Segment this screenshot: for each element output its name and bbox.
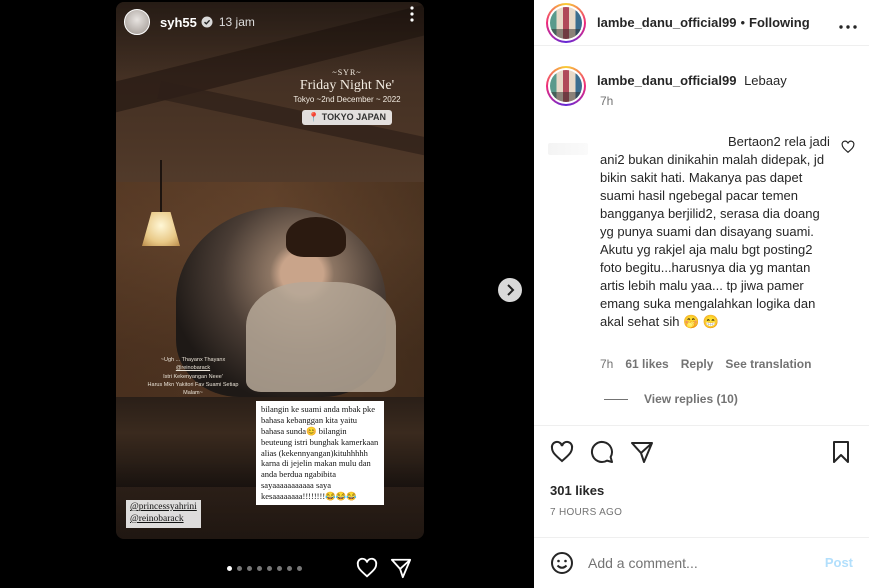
carousel-dot[interactable] xyxy=(237,566,242,571)
more-options-icon[interactable] xyxy=(839,13,857,34)
carousel-dot[interactable] xyxy=(227,566,232,571)
location-label: TOKYO JAPAN xyxy=(321,112,386,122)
story-image[interactable]: syh55 13 jam ~SYR~ Friday Night Ne' Toky… xyxy=(116,2,424,539)
comment-meta: 7h 61 likes Reply See translation xyxy=(600,357,811,371)
story-username[interactable]: syh55 xyxy=(160,15,197,30)
caption-username[interactable]: lambe_danu_official99 xyxy=(597,73,736,88)
story-overlay-date: Tokyo ~2nd December ~ 2022 xyxy=(293,95,401,104)
comment-avatar-placeholder xyxy=(548,143,588,155)
story-caption-line: Harus Mkn Yakitori Fav Suami Setiap xyxy=(147,381,239,388)
story-caption-line: @reinobarack xyxy=(175,365,211,372)
carousel-dot[interactable] xyxy=(247,566,252,571)
mention-tag[interactable]: @princessyahrini xyxy=(130,502,197,514)
post-actions: 301 likes 7 HOURS AGO xyxy=(534,425,869,533)
carousel-dot[interactable] xyxy=(297,566,302,571)
header-username[interactable]: lambe_danu_official99 xyxy=(597,15,736,30)
caption-time: 7h xyxy=(600,94,614,108)
avatar[interactable] xyxy=(546,2,586,43)
avatar-image xyxy=(550,6,582,39)
like-heart-icon[interactable] xyxy=(550,440,574,464)
header-separator: • xyxy=(740,15,746,30)
emoji-icon[interactable] xyxy=(550,551,574,575)
caption-text: Lebaay xyxy=(744,73,787,88)
mention-tags: @princessyahrini @reinobarack xyxy=(126,500,201,528)
comment-likes[interactable]: 61 likes xyxy=(625,357,668,371)
comments-section: lambe_danu_official99 Lebaay 7h Bertaon2… xyxy=(534,60,869,428)
more-icon[interactable] xyxy=(404,6,420,26)
story-title-overlay: ~SYR~ Friday Night Ne' Tokyo ~2nd Decemb… xyxy=(280,68,414,125)
verified-icon xyxy=(201,16,213,28)
likes-count[interactable]: 301 likes xyxy=(550,483,604,498)
carousel-dots xyxy=(227,566,302,571)
comment-bubble-icon[interactable] xyxy=(590,440,614,464)
story-footer xyxy=(0,548,534,588)
comment-like-icon[interactable] xyxy=(841,140,855,154)
comment-body: Bertaon2 rela jadi ani2 bukan dinikahin … xyxy=(600,134,830,329)
heart-icon[interactable] xyxy=(356,557,378,579)
carousel-dot[interactable] xyxy=(267,566,272,571)
story-caption-line: Malam~ xyxy=(183,390,203,396)
post-timestamp: 7 HOURS AGO xyxy=(550,507,623,518)
comment-time: 7h xyxy=(600,357,614,371)
share-send-icon[interactable] xyxy=(630,440,654,464)
view-replies-button[interactable]: View replies (10) xyxy=(604,392,738,406)
story-time: 13 jam xyxy=(218,15,255,29)
comment-text: Bertaon2 rela jadi ani2 bukan dinikahin … xyxy=(600,133,830,331)
post-panel: lambe_danu_official99 • Following lambe_… xyxy=(534,0,869,588)
story-caption: ~Ugh ... Thayanx Thayanx @reinobarack Is… xyxy=(138,356,248,397)
story-caption-line: ~Ugh ... Thayanx Thayanx xyxy=(160,357,226,363)
carousel-dot[interactable] xyxy=(277,566,282,571)
media-viewer: syh55 13 jam ~SYR~ Friday Night Ne' Toky… xyxy=(0,0,534,588)
avatar-image xyxy=(550,70,582,102)
post-caption: lambe_danu_official99 Lebaay xyxy=(546,66,787,106)
add-comment-bar: Post xyxy=(534,537,869,588)
story-header: syh55 13 jam xyxy=(124,8,416,36)
story-overlay-small: ~SYR~ xyxy=(332,68,362,77)
location-pin-icon: 📍 xyxy=(308,112,320,122)
story-overlay-title: Friday Night Ne' xyxy=(299,78,395,93)
carousel-dot[interactable] xyxy=(257,566,262,571)
send-icon[interactable] xyxy=(390,557,412,579)
view-replies-label: View replies (10) xyxy=(644,392,738,406)
add-comment-input[interactable] xyxy=(588,555,808,571)
post-header: lambe_danu_official99 • Following xyxy=(534,0,869,46)
avatar[interactable] xyxy=(546,66,586,106)
replies-divider xyxy=(604,398,628,400)
next-button[interactable] xyxy=(498,278,522,302)
comment-screenshot-overlay: bilangin ke suami anda mbak pke bahasa k… xyxy=(256,401,384,505)
following-button[interactable]: Following xyxy=(749,15,810,30)
post-button[interactable]: Post xyxy=(825,555,853,570)
story-avatar[interactable] xyxy=(124,9,150,35)
chevron-right-icon xyxy=(507,284,515,296)
location-sticker[interactable]: 📍 TOKYO JAPAN xyxy=(302,110,392,125)
story-caption-line: Istri Kekenyangan Neee' xyxy=(163,373,223,380)
reply-button[interactable]: Reply xyxy=(681,357,714,371)
mention-tag[interactable]: @reinobarack xyxy=(130,514,197,526)
carousel-dot[interactable] xyxy=(287,566,292,571)
save-bookmark-icon[interactable] xyxy=(829,440,853,464)
see-translation-button[interactable]: See translation xyxy=(725,357,811,371)
